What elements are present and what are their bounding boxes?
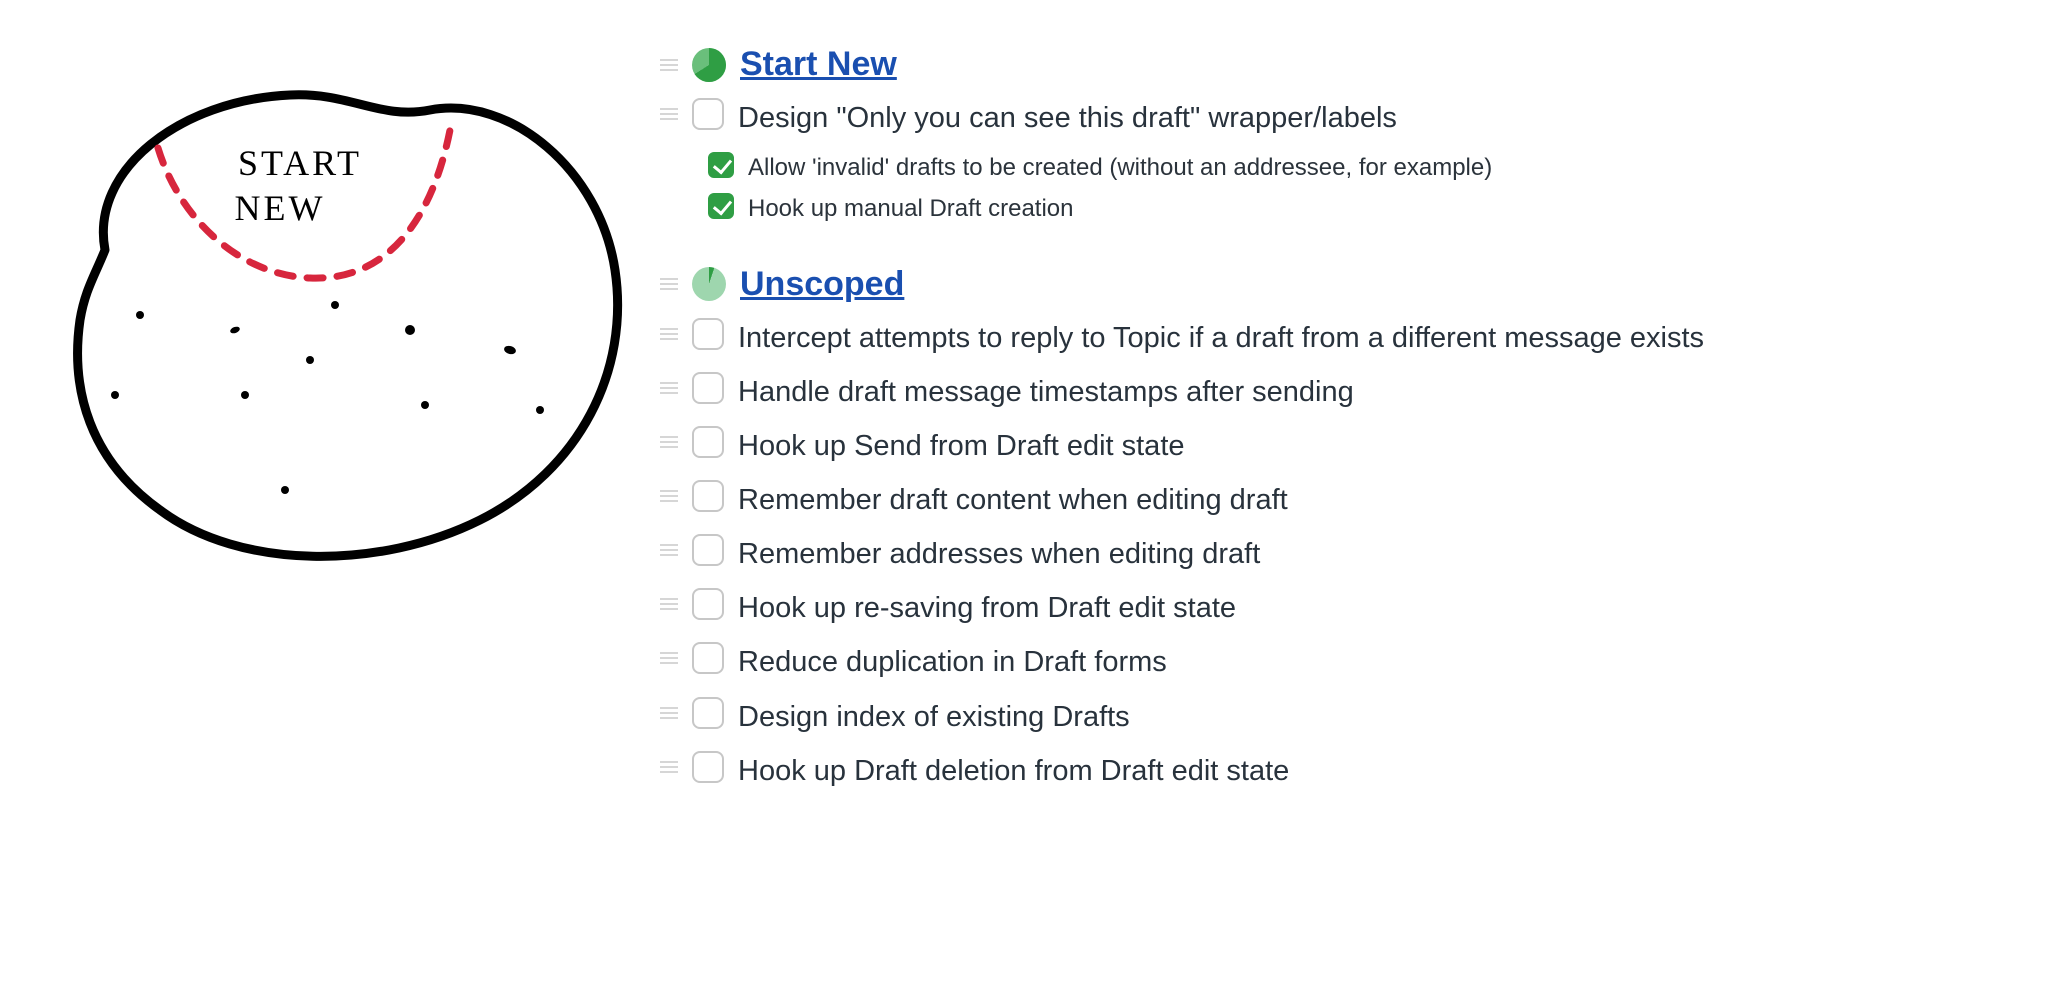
task-text: Hook up Draft deletion from Draft edit s…: [738, 751, 1289, 791]
task-checkbox[interactable]: [692, 318, 724, 350]
section-header: Start New: [660, 45, 2001, 84]
task-checkbox[interactable]: [692, 588, 724, 620]
task-checkbox[interactable]: [692, 372, 724, 404]
drag-handle-icon[interactable]: [660, 538, 678, 562]
section-header: Unscoped: [660, 265, 2001, 304]
scope-dots: [111, 301, 544, 494]
task-text: Hook up re-saving from Draft edit state: [738, 588, 1236, 628]
task-checkbox[interactable]: [692, 751, 724, 783]
subtask-row: Allow 'invalid' drafts to be created (wi…: [708, 152, 2001, 183]
task-checkbox[interactable]: [692, 426, 724, 458]
drag-handle-icon[interactable]: [660, 755, 678, 779]
drag-handle-icon[interactable]: [660, 376, 678, 400]
task-checkbox[interactable]: [692, 642, 724, 674]
task-row: Remember draft content when editing draf…: [660, 480, 2001, 520]
task-row: Remember addresses when editing draft: [660, 534, 2001, 574]
task-text: Reduce duplication in Draft forms: [738, 642, 1167, 682]
task-checkbox[interactable]: [692, 534, 724, 566]
task-text: Hook up Send from Draft edit state: [738, 426, 1185, 466]
drag-handle-icon[interactable]: [660, 484, 678, 508]
section-start-new: Start New Design "Only you can see this d…: [660, 45, 2001, 225]
task-checkbox[interactable]: [692, 98, 724, 130]
drag-handle-icon[interactable]: [660, 430, 678, 454]
task-text: Design index of existing Drafts: [738, 697, 1130, 737]
task-row: Reduce duplication in Draft forms: [660, 642, 2001, 682]
drag-handle-icon[interactable]: [660, 592, 678, 616]
task-row: Design "Only you can see this draft" wra…: [660, 98, 2001, 138]
progress-pie-icon: [692, 267, 726, 301]
task-text: Remember draft content when editing draf…: [738, 480, 1288, 520]
task-row: Design index of existing Drafts: [660, 697, 2001, 737]
task-checkbox[interactable]: [692, 697, 724, 729]
drag-handle-icon[interactable]: [660, 102, 678, 126]
task-row: Intercept attempts to reply to Topic if …: [660, 318, 2001, 358]
task-list-panel: Start New Design "Only you can see this d…: [660, 0, 2061, 1003]
section-title-link[interactable]: Start New: [740, 45, 897, 84]
drag-handle-icon[interactable]: [660, 53, 678, 77]
sketch-label-line2: NEW: [235, 188, 326, 228]
drag-handle-icon[interactable]: [660, 646, 678, 670]
task-text: Intercept attempts to reply to Topic if …: [738, 318, 1704, 358]
progress-pie-icon: [692, 48, 726, 82]
task-row: Hook up Send from Draft edit state: [660, 426, 2001, 466]
task-row: Hook up re-saving from Draft edit state: [660, 588, 2001, 628]
subtask-checkbox[interactable]: [708, 193, 734, 219]
drag-handle-icon[interactable]: [660, 322, 678, 346]
section-title-link[interactable]: Unscoped: [740, 265, 904, 304]
subtask-text: Allow 'invalid' drafts to be created (wi…: [748, 152, 1492, 183]
drag-handle-icon[interactable]: [660, 272, 678, 296]
sketch-panel: START NEW: [0, 0, 660, 1003]
scope-sketch: START NEW: [10, 40, 650, 585]
sketch-label-line1: START: [238, 143, 362, 183]
subtask-row: Hook up manual Draft creation: [708, 193, 2001, 224]
task-text: Remember addresses when editing draft: [738, 534, 1260, 574]
task-text: Handle draft message timestamps after se…: [738, 372, 1354, 412]
task-row: Hook up Draft deletion from Draft edit s…: [660, 751, 2001, 791]
subtask-text: Hook up manual Draft creation: [748, 193, 1074, 224]
subtask-checkbox[interactable]: [708, 152, 734, 178]
drag-handle-icon[interactable]: [660, 701, 678, 725]
task-checkbox[interactable]: [692, 480, 724, 512]
section-unscoped: Unscoped Intercept attempts to reply to T…: [660, 265, 2001, 791]
task-row: Handle draft message timestamps after se…: [660, 372, 2001, 412]
task-text: Design "Only you can see this draft" wra…: [738, 98, 1397, 138]
